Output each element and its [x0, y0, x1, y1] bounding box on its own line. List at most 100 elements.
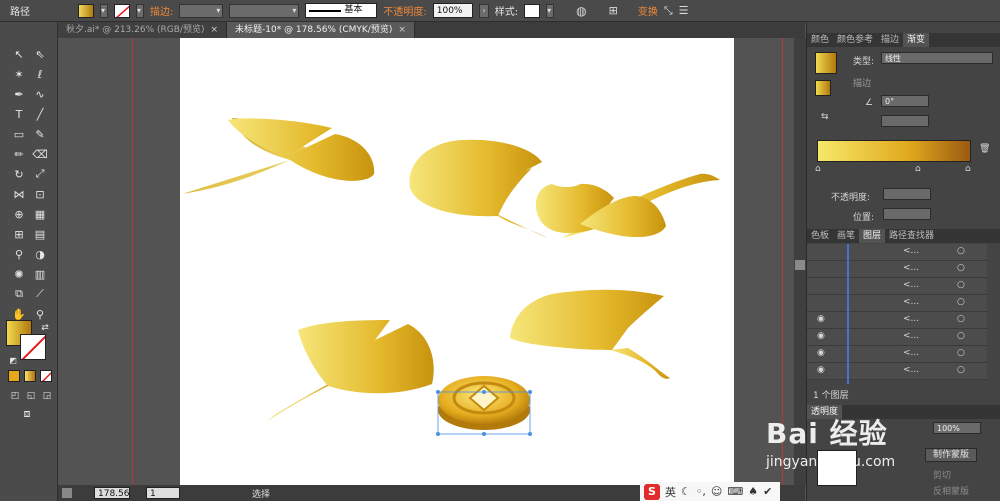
stroke-none-swatch[interactable]: [114, 3, 130, 18]
perspective-grid-icon[interactable]: ▦: [31, 206, 49, 222]
target-icon[interactable]: ○: [957, 280, 965, 290]
gradient-tool-icon[interactable]: ▤: [31, 226, 49, 242]
fill-swatch[interactable]: [78, 3, 94, 18]
layer-row[interactable]: ◉ <... ○: [807, 346, 987, 363]
target-icon[interactable]: ○: [957, 314, 965, 324]
emoji-icon[interactable]: ☺: [711, 485, 722, 498]
align-icon[interactable]: ⊞: [609, 4, 618, 17]
eye-icon[interactable]: ◉: [817, 348, 825, 358]
export-icon[interactable]: [62, 488, 72, 498]
magic-wand-icon[interactable]: ✶: [10, 66, 28, 82]
gradient-mode-button[interactable]: [24, 370, 36, 382]
tab-swatches[interactable]: 色板: [807, 229, 833, 243]
tab-brushes[interactable]: 画笔: [833, 229, 859, 243]
gold-coin[interactable]: [436, 376, 532, 436]
width-tool-icon[interactable]: ⋈: [10, 186, 28, 202]
gradient-stop-mid[interactable]: ⌂: [915, 164, 921, 174]
slice-tool-icon[interactable]: ⟋: [31, 286, 49, 302]
lasso-icon[interactable]: ℓ: [31, 66, 49, 82]
chevron-down-icon[interactable]: ▾: [136, 3, 144, 18]
layer-row[interactable]: <... ○: [807, 295, 987, 312]
tab-color[interactable]: 颜色: [807, 33, 833, 47]
eyedropper-icon[interactable]: ⚲: [10, 246, 28, 262]
stroke-weight-select[interactable]: ▾: [179, 3, 224, 18]
ginkgo-leaf-3[interactable]: [535, 173, 720, 238]
transparency-opacity-field[interactable]: 100%: [933, 422, 981, 434]
gradient-type-select[interactable]: 线性: [881, 52, 993, 64]
stop-opacity-field[interactable]: [883, 188, 931, 200]
layer-row[interactable]: <... ○: [807, 278, 987, 295]
shape-builder-icon[interactable]: ⊕: [10, 206, 28, 222]
gradient-preview-swatch[interactable]: [815, 52, 837, 74]
tab-qiuxi[interactable]: 秋夕.ai* @ 213.26% (RGB/预览) ×: [58, 22, 228, 38]
close-icon[interactable]: ×: [398, 25, 406, 35]
curvature-tool-icon[interactable]: ∿: [31, 86, 49, 102]
swap-colors-icon[interactable]: ⇄: [36, 320, 54, 336]
angle-field[interactable]: 0°: [881, 95, 929, 107]
chevron-down-icon[interactable]: ▾: [100, 3, 108, 18]
aspect-ratio-field[interactable]: [881, 115, 929, 127]
stop-location-field[interactable]: [883, 208, 931, 220]
transform-link[interactable]: 变换: [638, 3, 658, 18]
pen-tool-icon[interactable]: ✒: [10, 86, 28, 102]
ginkgo-leaf-5[interactable]: [510, 289, 670, 379]
type-tool-icon[interactable]: T: [10, 106, 28, 122]
color-mode-button[interactable]: [8, 370, 20, 382]
mesh-tool-icon[interactable]: ⊞: [10, 226, 28, 242]
default-colors-icon[interactable]: ◩: [4, 352, 22, 368]
tab-color-guide[interactable]: 颜色参考: [833, 33, 877, 47]
rotate-tool-icon[interactable]: ↻: [10, 166, 28, 182]
recolor-icon[interactable]: ◍: [576, 4, 586, 18]
scroll-thumb[interactable]: [795, 260, 805, 270]
draw-inside-icon[interactable]: ◲: [38, 388, 56, 404]
stroke-style-select[interactable]: 基本: [305, 3, 378, 18]
eraser-icon[interactable]: ⌫: [31, 146, 49, 162]
ginkgo-leaf-2[interactable]: [409, 139, 548, 238]
gradient-slider[interactable]: [817, 140, 971, 162]
opacity-label[interactable]: 不透明度:: [383, 3, 426, 18]
tab-untitled-10[interactable]: 未标题-10* @ 178.56% (CMYK/预览) ×: [227, 22, 415, 38]
line-tool-icon[interactable]: ╱: [31, 106, 49, 122]
rectangle-tool-icon[interactable]: ▭: [10, 126, 28, 142]
isolate-icon[interactable]: ⤡: [664, 4, 673, 18]
gradient-fill-stroke-icon[interactable]: [815, 80, 831, 96]
symbol-sprayer-icon[interactable]: ✺: [10, 266, 28, 282]
clip-checkbox-label[interactable]: 剪切: [933, 468, 951, 481]
graphic-style-swatch[interactable]: [524, 3, 541, 18]
tab-gradient[interactable]: 渐变: [903, 33, 930, 47]
gradient-stop-left[interactable]: ⌂: [815, 164, 821, 174]
direct-selection-tool-icon[interactable]: ⇖: [31, 46, 49, 62]
free-transform-icon[interactable]: ⊡: [31, 186, 49, 202]
target-icon[interactable]: ○: [957, 297, 965, 307]
pencil-icon[interactable]: ✏: [10, 146, 28, 162]
none-mode-button[interactable]: [40, 370, 52, 382]
zoom-field[interactable]: 178.56: [94, 487, 130, 499]
panel-menu-icon[interactable]: ☰: [679, 4, 689, 17]
eye-icon[interactable]: ◉: [817, 314, 825, 324]
target-icon[interactable]: ○: [957, 365, 965, 375]
reverse-gradient-icon[interactable]: ⇆: [821, 112, 829, 122]
eye-icon[interactable]: ◉: [817, 365, 825, 375]
moon-icon[interactable]: ☾: [681, 485, 691, 498]
layer-row[interactable]: <... ○: [807, 244, 987, 261]
stroke-label[interactable]: 描边:: [150, 3, 173, 18]
opacity-field[interactable]: 100%: [432, 3, 473, 18]
ime-logo[interactable]: S: [644, 483, 660, 500]
invert-mask-checkbox-label[interactable]: 反相蒙版: [933, 484, 969, 497]
canvas-area[interactable]: [58, 38, 794, 485]
target-icon[interactable]: ○: [957, 246, 965, 256]
paintbrush-icon[interactable]: ✎: [31, 126, 49, 142]
close-icon[interactable]: ×: [210, 25, 218, 35]
punctuation-icon[interactable]: ◦,: [696, 485, 706, 498]
stroke-color-box[interactable]: [20, 334, 46, 360]
artboard-tool-icon[interactable]: ⧉: [10, 286, 28, 302]
chevron-right-icon[interactable]: ›: [478, 3, 489, 18]
layer-row[interactable]: ◉ <... ○: [807, 312, 987, 329]
trash-icon[interactable]: 🗑: [979, 144, 990, 154]
layer-row[interactable]: ◉ <... ○: [807, 363, 987, 380]
gradient-stop-right[interactable]: ⌂: [965, 164, 971, 174]
target-icon[interactable]: ○: [957, 331, 965, 341]
make-mask-button[interactable]: 制作蒙版: [925, 448, 977, 462]
ime-language[interactable]: 英: [665, 484, 676, 500]
ginkgo-leaf-1[interactable]: [182, 118, 375, 194]
